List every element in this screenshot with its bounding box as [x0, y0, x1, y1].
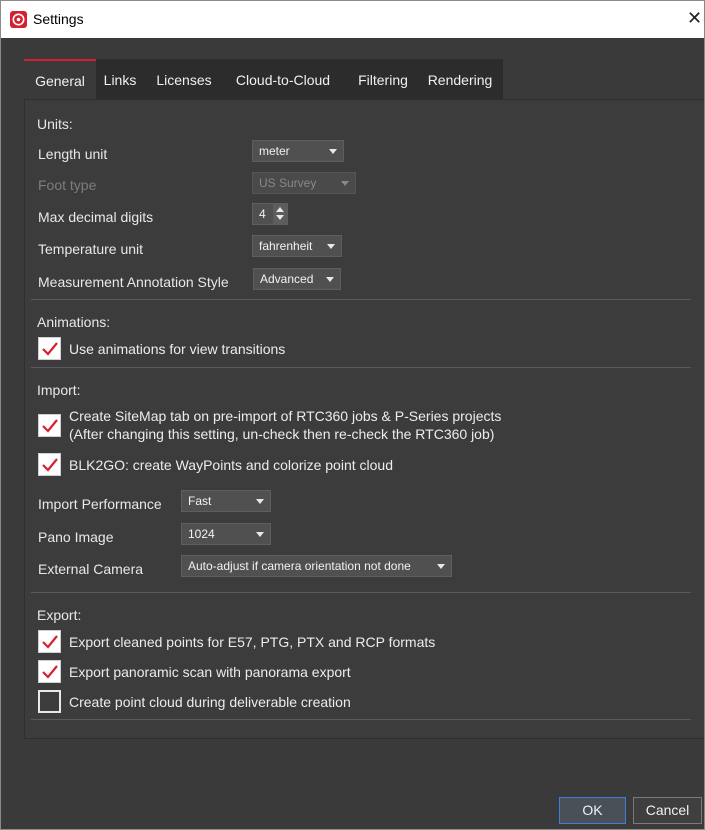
sitemap-tab-label: Create SiteMap tab on pre-import of RTC3…: [69, 408, 502, 424]
view-transitions-label: Use animations for view transitions: [69, 341, 286, 357]
cleaned-points-label: Export cleaned points for E57, PTG, PTX …: [69, 634, 436, 650]
external-camera-select[interactable]: Auto-adjust if camera orientation not do…: [181, 555, 452, 577]
pano-image-select[interactable]: 1024: [181, 523, 271, 545]
pano-image-value: 1024: [188, 527, 215, 541]
chevron-down-icon: [329, 149, 337, 154]
chevron-down-icon: [327, 244, 335, 249]
checkmark-icon: [42, 342, 58, 356]
blk2go-checkbox[interactable]: [38, 453, 61, 476]
cancel-button[interactable]: Cancel: [633, 797, 702, 824]
import-performance-label: Import Performance: [38, 496, 162, 512]
external-camera-label: External Camera: [38, 561, 144, 577]
annotation-style-value: Advanced: [260, 272, 314, 286]
create-point-cloud-label: Create point cloud during deliverable cr…: [69, 694, 351, 710]
sitemap-tab-note: (After changing this setting, un-check t…: [69, 426, 495, 442]
annotation-style-select[interactable]: Advanced: [253, 268, 341, 290]
animations-section-title: Animations:: [37, 314, 111, 330]
foot-type-select[interactable]: US Survey: [252, 172, 356, 194]
tab-rendering[interactable]: Rendering: [420, 59, 500, 99]
window-title: Settings: [33, 11, 84, 27]
units-section-title: Units:: [37, 116, 73, 132]
annotation-style-label: Measurement Annotation Style: [38, 274, 229, 290]
settings-dialog: Settings ✕ General Links Licenses Cloud-…: [0, 0, 705, 830]
checkmark-icon: [42, 458, 58, 472]
import-performance-select[interactable]: Fast: [181, 490, 271, 512]
panoramic-scan-label: Export panoramic scan with panorama expo…: [69, 664, 351, 680]
import-performance-value: Fast: [188, 494, 212, 508]
chevron-down-icon: [437, 564, 445, 569]
view-transitions-checkbox[interactable]: [38, 337, 61, 360]
title-bar: Settings ✕: [1, 1, 704, 38]
length-unit-value: meter: [259, 144, 290, 158]
temperature-unit-select[interactable]: fahrenheit: [252, 235, 342, 257]
length-unit-label: Length unit: [38, 146, 108, 162]
length-unit-select[interactable]: meter: [252, 140, 344, 162]
chevron-down-icon: [341, 181, 349, 186]
cleaned-points-checkbox[interactable]: [38, 630, 61, 653]
tab-general[interactable]: General: [24, 59, 96, 99]
foot-type-label: Foot type: [38, 177, 97, 193]
export-section-title: Export:: [37, 607, 82, 623]
checkmark-icon: [42, 635, 58, 649]
max-decimal-digits-spinbox[interactable]: 4: [252, 203, 288, 225]
tab-bar: General Links Licenses Cloud-to-Cloud Fi…: [24, 59, 503, 99]
tab-licenses[interactable]: Licenses: [146, 59, 222, 99]
max-decimal-digits-value: 4: [259, 207, 266, 221]
import-section-title: Import:: [37, 382, 81, 398]
pano-image-label: Pano Image: [38, 529, 114, 545]
blk2go-label: BLK2GO: create WayPoints and colorize po…: [69, 457, 393, 473]
foot-type-value: US Survey: [259, 176, 317, 190]
spinner-arrows-icon[interactable]: [273, 204, 287, 224]
sitemap-tab-checkbox[interactable]: [38, 414, 61, 437]
divider: [31, 592, 691, 593]
close-icon[interactable]: ✕: [687, 7, 702, 29]
chevron-down-icon: [256, 532, 264, 537]
checkmark-icon: [42, 419, 58, 433]
divider: [31, 299, 691, 300]
chevron-down-icon: [256, 499, 264, 504]
chevron-down-icon: [326, 277, 334, 282]
tab-cloud-to-cloud[interactable]: Cloud-to-Cloud: [222, 59, 344, 99]
external-camera-value: Auto-adjust if camera orientation not do…: [188, 559, 411, 573]
temperature-unit-value: fahrenheit: [259, 239, 313, 253]
create-point-cloud-checkbox[interactable]: [38, 690, 61, 713]
ok-button[interactable]: OK: [559, 797, 626, 824]
divider: [31, 719, 691, 720]
checkmark-icon: [42, 665, 58, 679]
tab-filtering[interactable]: Filtering: [346, 59, 420, 99]
temperature-unit-label: Temperature unit: [38, 241, 144, 257]
leica-app-icon: [10, 11, 27, 28]
panoramic-scan-checkbox[interactable]: [38, 660, 61, 683]
max-decimal-digits-label: Max decimal digits: [38, 209, 154, 225]
tab-links[interactable]: Links: [96, 59, 144, 99]
divider: [31, 367, 691, 368]
